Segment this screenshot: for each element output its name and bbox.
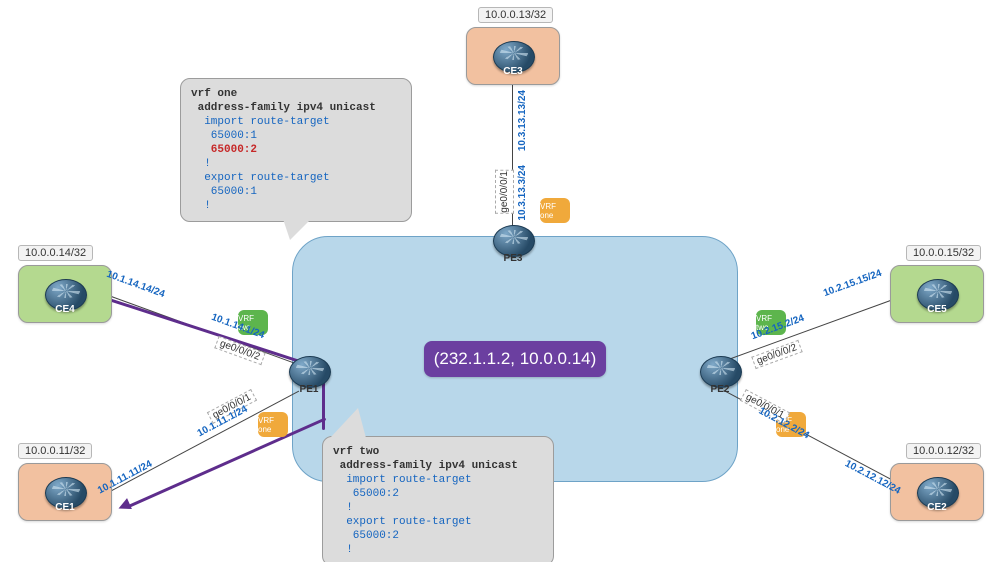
lip-ce3-side: 10.3.13.13/24 [517, 90, 528, 151]
vrf-one-pe1: VRF one [258, 412, 288, 437]
ce5-label: CE5 [917, 304, 957, 315]
lip-pe3-side: 10.3.13.3/24 [517, 165, 528, 221]
ce2-label: CE2 [917, 502, 957, 513]
ce3-label: CE3 [493, 66, 533, 77]
ce4-ip-chip: 10.0.0.14/32 [18, 245, 93, 261]
vrf-one-pe3: VRF one [540, 198, 570, 223]
pe3-node: PE3 [493, 225, 533, 255]
pe2-node: PE2 [700, 356, 740, 386]
mcast-arrowhead-icon [116, 498, 132, 514]
multicast-badge: (232.1.1.2, 10.0.0.14) [424, 341, 606, 377]
config-vrf-one: vrf one address-family ipv4 unicast impo… [180, 78, 412, 222]
link-ce5-pe2 [720, 292, 914, 363]
bubble-tail-icon [330, 408, 366, 438]
ce2-ip-chip: 10.0.0.12/32 [906, 443, 981, 459]
ce5-ip-chip: 10.0.0.15/32 [906, 245, 981, 261]
lip-ce4-side: 10.1.14.14/24 [105, 269, 166, 300]
config-vrf-two: vrf two address-family ipv4 unicast impo… [322, 436, 554, 562]
pe2-label: PE2 [700, 384, 740, 395]
pe1-label: PE1 [289, 384, 329, 395]
ce3-ip-chip: 10.0.0.13/32 [478, 7, 553, 23]
ce4-label: CE4 [45, 304, 85, 315]
ce1-label: CE1 [45, 502, 85, 513]
pe3-label: PE3 [493, 253, 533, 264]
pe1-node: PE1 [289, 356, 329, 386]
diagram-canvas: (232.1.1.2, 10.0.0.14) 10.0.0.14/32 CE4 … [0, 0, 999, 562]
bubble-tail-icon [280, 210, 320, 240]
iface-pe2-g2: ge0/0/0/2 [751, 340, 802, 369]
ce5-box: CE5 [890, 265, 984, 323]
ce3-box: CE3 [466, 27, 560, 85]
iface-pe3-g1: ge0/0/0/1 [495, 170, 514, 214]
ce2-box: CE2 [890, 463, 984, 521]
lip-ce5-side: 10.2.15.15/24 [822, 268, 883, 299]
ce1-ip-chip: 10.0.0.11/32 [18, 443, 92, 459]
ce4-box: CE4 [18, 265, 112, 323]
